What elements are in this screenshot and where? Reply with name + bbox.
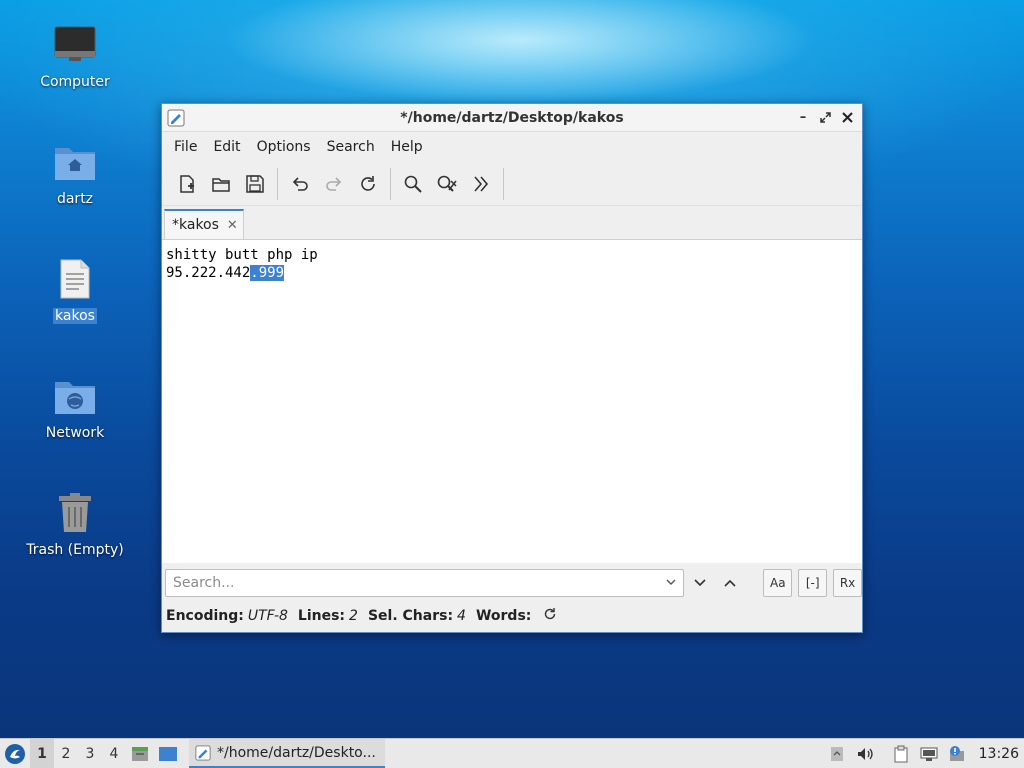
match-case-label: Aa <box>770 576 786 590</box>
desktop-icon-network[interactable]: Network <box>20 373 130 441</box>
workspace-1[interactable]: 1 <box>30 738 54 768</box>
find-previous-button[interactable] <box>716 569 746 597</box>
chevron-down-icon <box>693 579 706 587</box>
whole-word-button[interactable]: [-] <box>798 569 828 597</box>
lines-label: Lines: <box>297 608 346 624</box>
search-input[interactable] <box>173 575 653 591</box>
match-case-button[interactable]: Aa <box>763 569 793 597</box>
find-icon[interactable] <box>396 167 430 201</box>
editor-line-1: shitty butt php ip <box>166 247 318 263</box>
whole-word-label: [-] <box>805 576 820 590</box>
editor-window: */home/dartz/Desktop/kakos – File Edit O… <box>161 103 863 633</box>
minimize-icon[interactable]: – <box>794 108 812 126</box>
desktop-icon-label: Trash (Empty) <box>26 542 124 558</box>
desktop-icon-label: Network <box>45 425 105 441</box>
volume-icon[interactable] <box>851 739 879 768</box>
redo-icon[interactable] <box>317 167 351 201</box>
home-folder-icon <box>52 139 98 185</box>
words-label: Words: <box>475 608 532 624</box>
file-manager-icon[interactable] <box>126 739 154 768</box>
taskbar: 1 2 3 4 */home/dartz/Deskto... 13:26 <box>0 738 1024 768</box>
find-replace-icon[interactable] <box>430 167 464 201</box>
start-menu-icon[interactable] <box>0 739 30 768</box>
menu-file[interactable]: File <box>166 139 205 155</box>
find-bar: Aa [-] Rx <box>162 566 862 600</box>
go-to-line-icon[interactable] <box>464 167 498 201</box>
desktop-icon-kakos-file[interactable]: kakos <box>20 256 130 324</box>
desktop-icon-label: kakos <box>53 308 97 324</box>
show-desktop-icon[interactable] <box>154 739 182 768</box>
maximize-icon[interactable] <box>816 108 834 126</box>
reload-icon[interactable] <box>351 167 385 201</box>
menu-help[interactable]: Help <box>383 139 431 155</box>
lines-value: 2 <box>349 608 358 624</box>
desktop-icon-home-folder[interactable]: dartz <box>20 139 130 207</box>
window-titlebar[interactable]: */home/dartz/Desktop/kakos – <box>162 104 862 132</box>
toolbar-separator <box>390 167 391 200</box>
desktop-icon-label: dartz <box>56 191 94 207</box>
status-bar: Encoding: UTF-8 Lines: 2 Sel. Chars: 4 W… <box>166 606 557 626</box>
text-file-icon <box>52 256 98 302</box>
trash-icon <box>52 490 98 536</box>
toolbar-separator <box>503 167 504 200</box>
chevron-up-icon <box>724 579 736 587</box>
desktop-icon-trash[interactable]: Trash (Empty) <box>20 490 130 558</box>
system-tray: 13:26 <box>823 739 1024 768</box>
clipboard-icon[interactable] <box>887 739 915 768</box>
tab-bar: *kakos ✕ <box>162 206 862 239</box>
encoding-value: UTF-8 <box>247 608 288 624</box>
toolbar <box>162 162 862 206</box>
menu-search[interactable]: Search <box>319 139 383 155</box>
desktop-icon-computer[interactable]: Computer <box>20 22 130 90</box>
close-icon[interactable] <box>838 108 856 126</box>
new-file-icon[interactable] <box>170 167 204 201</box>
computer-icon <box>52 22 98 68</box>
search-box[interactable] <box>165 569 684 597</box>
open-folder-icon[interactable] <box>204 167 238 201</box>
text-editor-area[interactable]: shitty butt php ip 95.222.442.999 <box>162 239 862 563</box>
sel-chars-value: 4 <box>457 608 466 624</box>
desktop-icon-label: Computer <box>40 74 110 90</box>
tab-close-icon[interactable]: ✕ <box>227 218 238 233</box>
text-editor-app-icon <box>195 744 211 761</box>
network-folder-icon <box>52 373 98 419</box>
window-title: */home/dartz/Desktop/kakos <box>400 109 624 126</box>
menu-options[interactable]: Options <box>249 139 319 155</box>
refresh-word-count-icon[interactable] <box>543 607 557 625</box>
editor-line-2-text: 95.222.442 <box>166 265 251 281</box>
sel-chars-label: Sel. Chars: <box>367 608 454 624</box>
workspace-4[interactable]: 4 <box>102 739 126 768</box>
editor-line-2: 95.222.442.999 <box>166 265 285 281</box>
tab-kakos[interactable]: *kakos ✕ <box>164 209 244 239</box>
chevron-down-icon[interactable] <box>665 576 677 592</box>
tray-up-arrow-icon[interactable] <box>823 739 851 768</box>
network-icon[interactable] <box>915 739 943 768</box>
selected-text: .999 <box>250 265 285 281</box>
toolbar-separator <box>277 167 278 200</box>
taskbar-window-button[interactable]: */home/dartz/Deskto... <box>189 739 385 768</box>
menu-edit[interactable]: Edit <box>205 139 248 155</box>
find-next-button[interactable] <box>685 569 715 597</box>
workspace-2[interactable]: 2 <box>54 739 78 768</box>
regex-label: Rx <box>839 576 856 590</box>
undo-icon[interactable] <box>283 167 317 201</box>
menu-bar: File Edit Options Search Help <box>162 132 862 162</box>
workspace-3[interactable]: 3 <box>78 739 102 768</box>
tab-label: *kakos <box>172 217 219 233</box>
save-icon[interactable] <box>238 167 272 201</box>
encoding-label: Encoding: <box>166 608 244 624</box>
update-notifier-icon[interactable] <box>943 739 971 768</box>
taskbar-window-title: */home/dartz/Deskto... <box>217 744 376 761</box>
regex-button[interactable]: Rx <box>833 569 862 597</box>
clock[interactable]: 13:26 <box>971 746 1024 762</box>
